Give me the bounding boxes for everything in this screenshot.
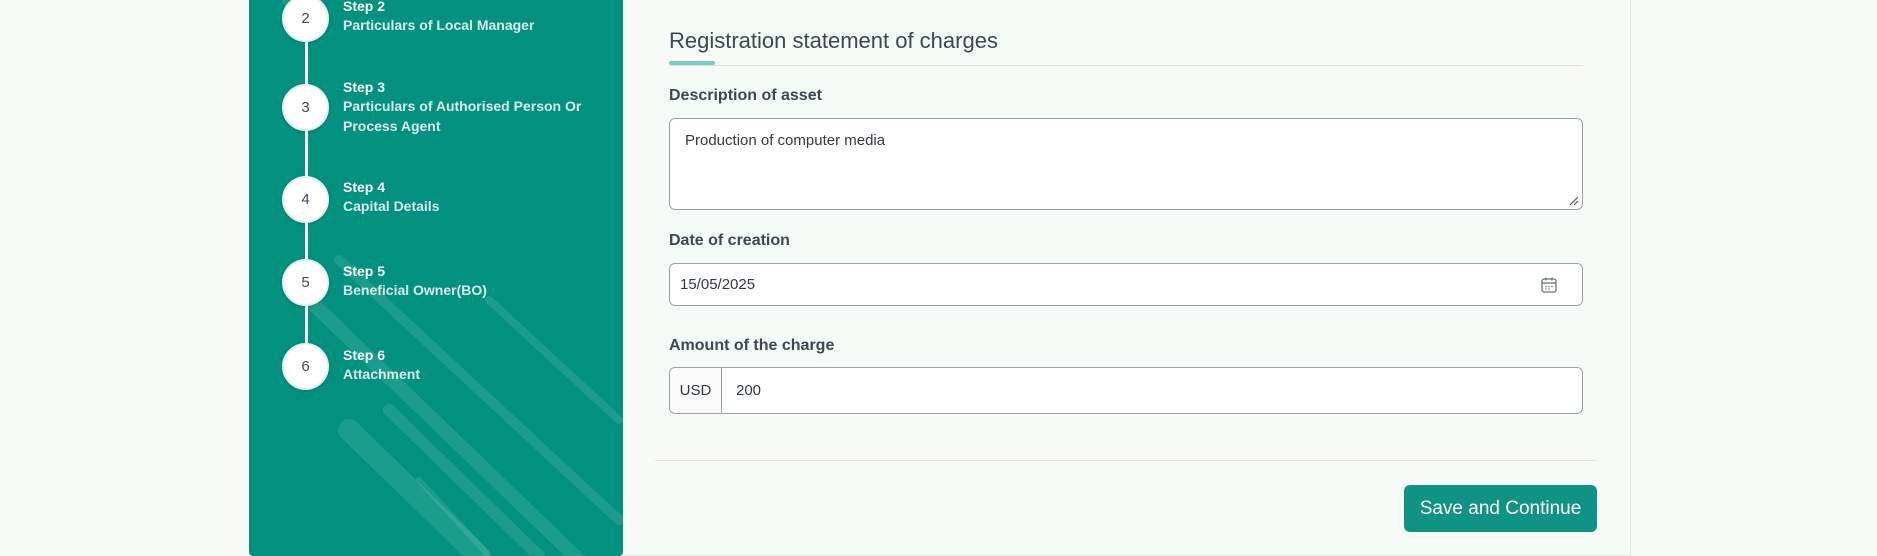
resize-grip-icon[interactable] [1569,196,1579,206]
save-and-continue-button[interactable]: Save and Continue [1404,485,1597,532]
step-3-number: 3 [282,84,329,131]
step-4-number: 4 [282,176,329,223]
step-6-subtitle: Attachment [343,366,421,382]
amount-value: 200 [736,382,762,399]
step-6-title: Step 6 [343,347,386,363]
section-title: Registration statement of charges [669,28,998,53]
step-2-subtitle: Particulars of Local Manager [343,17,535,33]
step-6-number: 6 [282,343,329,390]
step-5-text: Step 5 Beneficial Owner(BO) [343,262,593,300]
date-label: Date of creation [669,232,790,249]
step-4-title: Step 4 [343,179,386,195]
title-divider [669,65,1583,66]
progress-stepper: 2 Step 2 Particulars of Local Manager 3 … [249,0,623,556]
amount-label: Amount of the charge [669,337,835,354]
description-textarea[interactable]: Production of computer media [669,118,1583,210]
step-6-text: Step 6 Attachment [343,346,593,384]
step-2-title: Step 2 [343,0,386,14]
date-of-creation-input[interactable]: 15/05/2025 [669,263,1583,306]
step-4-text: Step 4 Capital Details [343,178,593,216]
step-3-text: Step 3 Particulars of Authorised Person … [343,78,593,136]
step-5-number: 5 [282,259,329,306]
amount-input[interactable]: 200 [722,368,1582,413]
step-5-subtitle: Beneficial Owner(BO) [343,282,487,298]
step-3-title: Step 3 [343,79,386,95]
date-value: 15/05/2025 [680,276,756,293]
step-2-text: Step 2 Particulars of Local Manager [343,0,593,35]
title-accent-bar [669,61,715,65]
step-3-subtitle: Particulars of Authorised Person Or Proc… [343,98,582,134]
footer-divider [655,460,1597,461]
description-label: Description of asset [669,87,822,104]
step-5-title: Step 5 [343,263,386,279]
description-value: Production of computer media [685,132,886,149]
amount-input-group: USD 200 [669,367,1583,414]
currency-addon: USD [670,368,722,413]
calendar-icon[interactable] [1540,276,1558,294]
step-4-subtitle: Capital Details [343,198,440,214]
